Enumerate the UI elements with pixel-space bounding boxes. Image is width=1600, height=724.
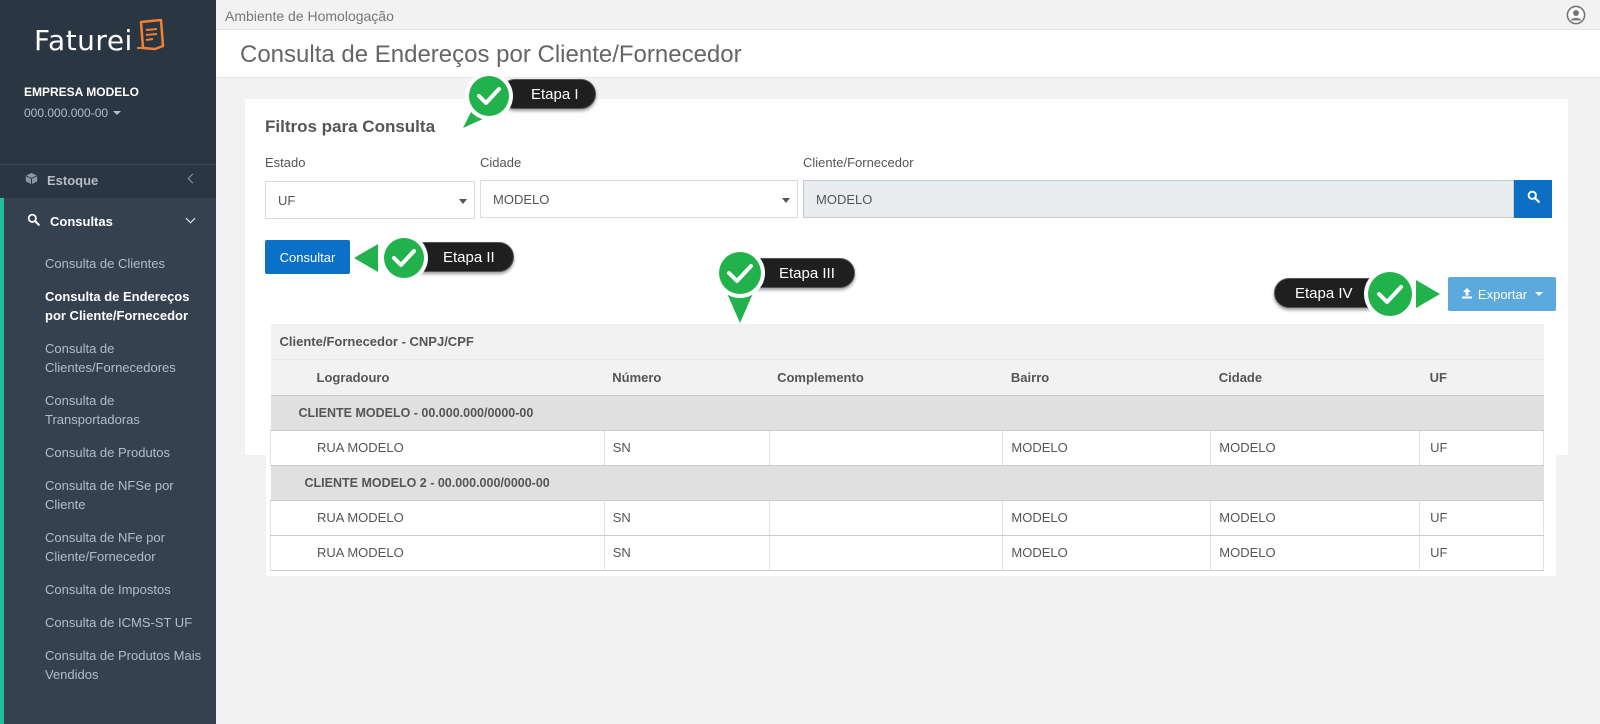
cell-logradouro: RUA MODELO xyxy=(270,500,605,536)
caret-down-icon xyxy=(113,111,122,115)
table-row[interactable]: RUA MODELO SN MODELO MODELO UF xyxy=(270,535,1544,571)
cell-bairro: MODELO xyxy=(1002,430,1212,466)
cidade-value: MODELO xyxy=(493,191,550,207)
table-caption: Cliente/Fornecedor - CNPJ/CPF xyxy=(270,324,1544,360)
company-cnpj-dropdown[interactable]: 000.000.000-00 xyxy=(24,106,122,120)
cell-cidade: MODELO xyxy=(1210,500,1421,536)
step-check-4-icon xyxy=(1364,268,1440,320)
estado-label: Estado xyxy=(265,155,306,170)
exportar-button[interactable]: Exportar xyxy=(1448,277,1556,311)
column-header-uf[interactable]: UF xyxy=(1419,359,1544,396)
step-label: Etapa I xyxy=(531,85,579,103)
brand-area: Faturei EMPRESA MODELO 000.000.000-00 xyxy=(0,0,216,165)
cube-icon xyxy=(25,172,38,188)
cell-uf: UF xyxy=(1419,430,1544,466)
sidebar-item-consulta-transportadoras[interactable]: Consulta de Transportadoras xyxy=(45,391,205,429)
table-header-row: Logradouro Número Complemento Bairro Cid… xyxy=(270,359,1544,396)
cell-complemento xyxy=(769,500,1004,536)
cell-complemento xyxy=(769,535,1004,571)
table-caption-row: Cliente/Fornecedor - CNPJ/CPF xyxy=(270,324,1544,360)
search-icon xyxy=(1527,190,1540,208)
step-check-3-icon xyxy=(715,248,765,323)
sidebar-group-consultas: Consultas Consulta de Clientes Consulta … xyxy=(0,198,216,724)
cliente-input[interactable]: MODELO xyxy=(803,180,1514,218)
sidebar-item-label: Estoque xyxy=(47,172,99,188)
column-header-logradouro[interactable]: Logradouro xyxy=(270,359,605,396)
step-check-1-icon xyxy=(463,72,513,128)
step-label: Etapa IV xyxy=(1295,284,1353,302)
cell-cidade: MODELO xyxy=(1210,535,1421,571)
cell-cidade: MODELO xyxy=(1210,430,1421,466)
sidebar-item-consulta-icms-st[interactable]: Consulta de ICMS-ST UF xyxy=(45,613,205,632)
chevron-down-icon xyxy=(185,213,196,224)
cidade-select[interactable]: MODELO xyxy=(480,180,798,218)
group-title: CLIENTE MODELO 2 - 00.000.000/0000-00 xyxy=(270,465,1544,501)
estado-value: UF xyxy=(278,192,296,208)
column-header-complemento[interactable]: Complemento xyxy=(769,359,1003,396)
logo[interactable]: Faturei xyxy=(34,18,165,57)
sidebar-item-consulta-clientes-fornecedores[interactable]: Consulta de Clientes/Fornecedores xyxy=(45,339,205,377)
sidebar-item-consulta-mais-vendidos[interactable]: Consulta de Produtos Mais Vendidos xyxy=(45,646,205,684)
cell-numero: SN xyxy=(604,500,770,536)
group-title: CLIENTE MODELO - 00.000.000/0000-00 xyxy=(270,395,1544,431)
page-title: Consulta de Endereços por Cliente/Fornec… xyxy=(240,41,742,68)
cell-bairro: MODELO xyxy=(1002,535,1212,571)
search-icon xyxy=(27,213,40,229)
cliente-label: Cliente/Fornecedor xyxy=(803,155,914,170)
caret-down-icon xyxy=(459,199,467,204)
search-button[interactable] xyxy=(1514,180,1552,218)
cell-logradouro: RUA MODELO xyxy=(270,535,605,571)
step-label: Etapa III xyxy=(779,264,835,282)
sidebar-item-consulta-clientes[interactable]: Consulta de Clientes xyxy=(45,254,205,273)
column-header-numero[interactable]: Número xyxy=(604,359,770,396)
cell-complemento xyxy=(769,430,1004,466)
estado-select[interactable]: UF xyxy=(265,181,475,219)
results-table: Cliente/Fornecedor - CNPJ/CPF Logradouro… xyxy=(270,324,1544,571)
cell-numero: SN xyxy=(604,535,770,571)
user-icon[interactable] xyxy=(1566,5,1586,30)
chevron-left-icon xyxy=(187,173,198,184)
top-bar: Ambiente de Homologação xyxy=(216,0,1600,30)
sidebar-item-consultas[interactable]: Consultas xyxy=(4,198,216,244)
caret-down-icon xyxy=(1535,292,1544,296)
table-group-row: CLIENTE MODELO - 00.000.000/0000-00 xyxy=(270,395,1544,431)
cell-numero: SN xyxy=(604,430,770,466)
step-label: Etapa II xyxy=(443,248,495,266)
logo-receipt-icon xyxy=(135,18,165,57)
column-header-cidade[interactable]: Cidade xyxy=(1210,359,1420,396)
page-header: Consulta de Endereços por Cliente/Fornec… xyxy=(216,30,1600,78)
table-group-row: CLIENTE MODELO 2 - 00.000.000/0000-00 xyxy=(270,465,1544,501)
cell-uf: UF xyxy=(1419,500,1544,536)
cell-bairro: MODELO xyxy=(1002,500,1212,536)
step-check-2-icon xyxy=(354,234,428,282)
sidebar-item-consulta-nfe[interactable]: Consulta de NFe por Cliente/Fornecedor xyxy=(45,528,205,566)
company-cnpj: 000.000.000-00 xyxy=(24,106,109,120)
consultar-button[interactable]: Consultar xyxy=(265,240,350,274)
upload-icon xyxy=(1461,287,1473,302)
table-row[interactable]: RUA MODELO SN MODELO MODELO UF xyxy=(270,500,1544,536)
sidebar-item-estoque[interactable]: Estoque xyxy=(0,165,216,195)
cliente-value: MODELO xyxy=(816,191,873,207)
sidebar: Faturei EMPRESA MODELO 000.000.000-00 Es… xyxy=(0,0,216,724)
sidebar-item-label: Consultas xyxy=(50,213,113,229)
table-row[interactable]: RUA MODELO SN MODELO MODELO UF xyxy=(270,430,1544,466)
cell-uf: UF xyxy=(1419,535,1544,571)
cell-logradouro: RUA MODELO xyxy=(270,430,605,466)
exportar-label: Exportar xyxy=(1477,286,1528,302)
company-name: EMPRESA MODELO xyxy=(24,85,139,99)
caret-down-icon xyxy=(782,198,790,203)
sidebar-item-consulta-enderecos[interactable]: Consulta de Endereços por Cliente/Fornec… xyxy=(45,287,205,325)
environment-label: Ambiente de Homologação xyxy=(225,8,394,24)
column-header-bairro[interactable]: Bairro xyxy=(1002,359,1211,396)
sidebar-item-consulta-nfse[interactable]: Consulta de NFSe por Cliente xyxy=(45,476,205,514)
sidebar-item-consulta-produtos[interactable]: Consulta de Produtos xyxy=(45,443,205,462)
filters-title: Filtros para Consulta xyxy=(265,117,436,136)
logo-text: Faturei xyxy=(34,24,133,57)
sidebar-item-consulta-impostos[interactable]: Consulta de Impostos xyxy=(45,580,205,599)
cidade-label: Cidade xyxy=(480,155,522,170)
